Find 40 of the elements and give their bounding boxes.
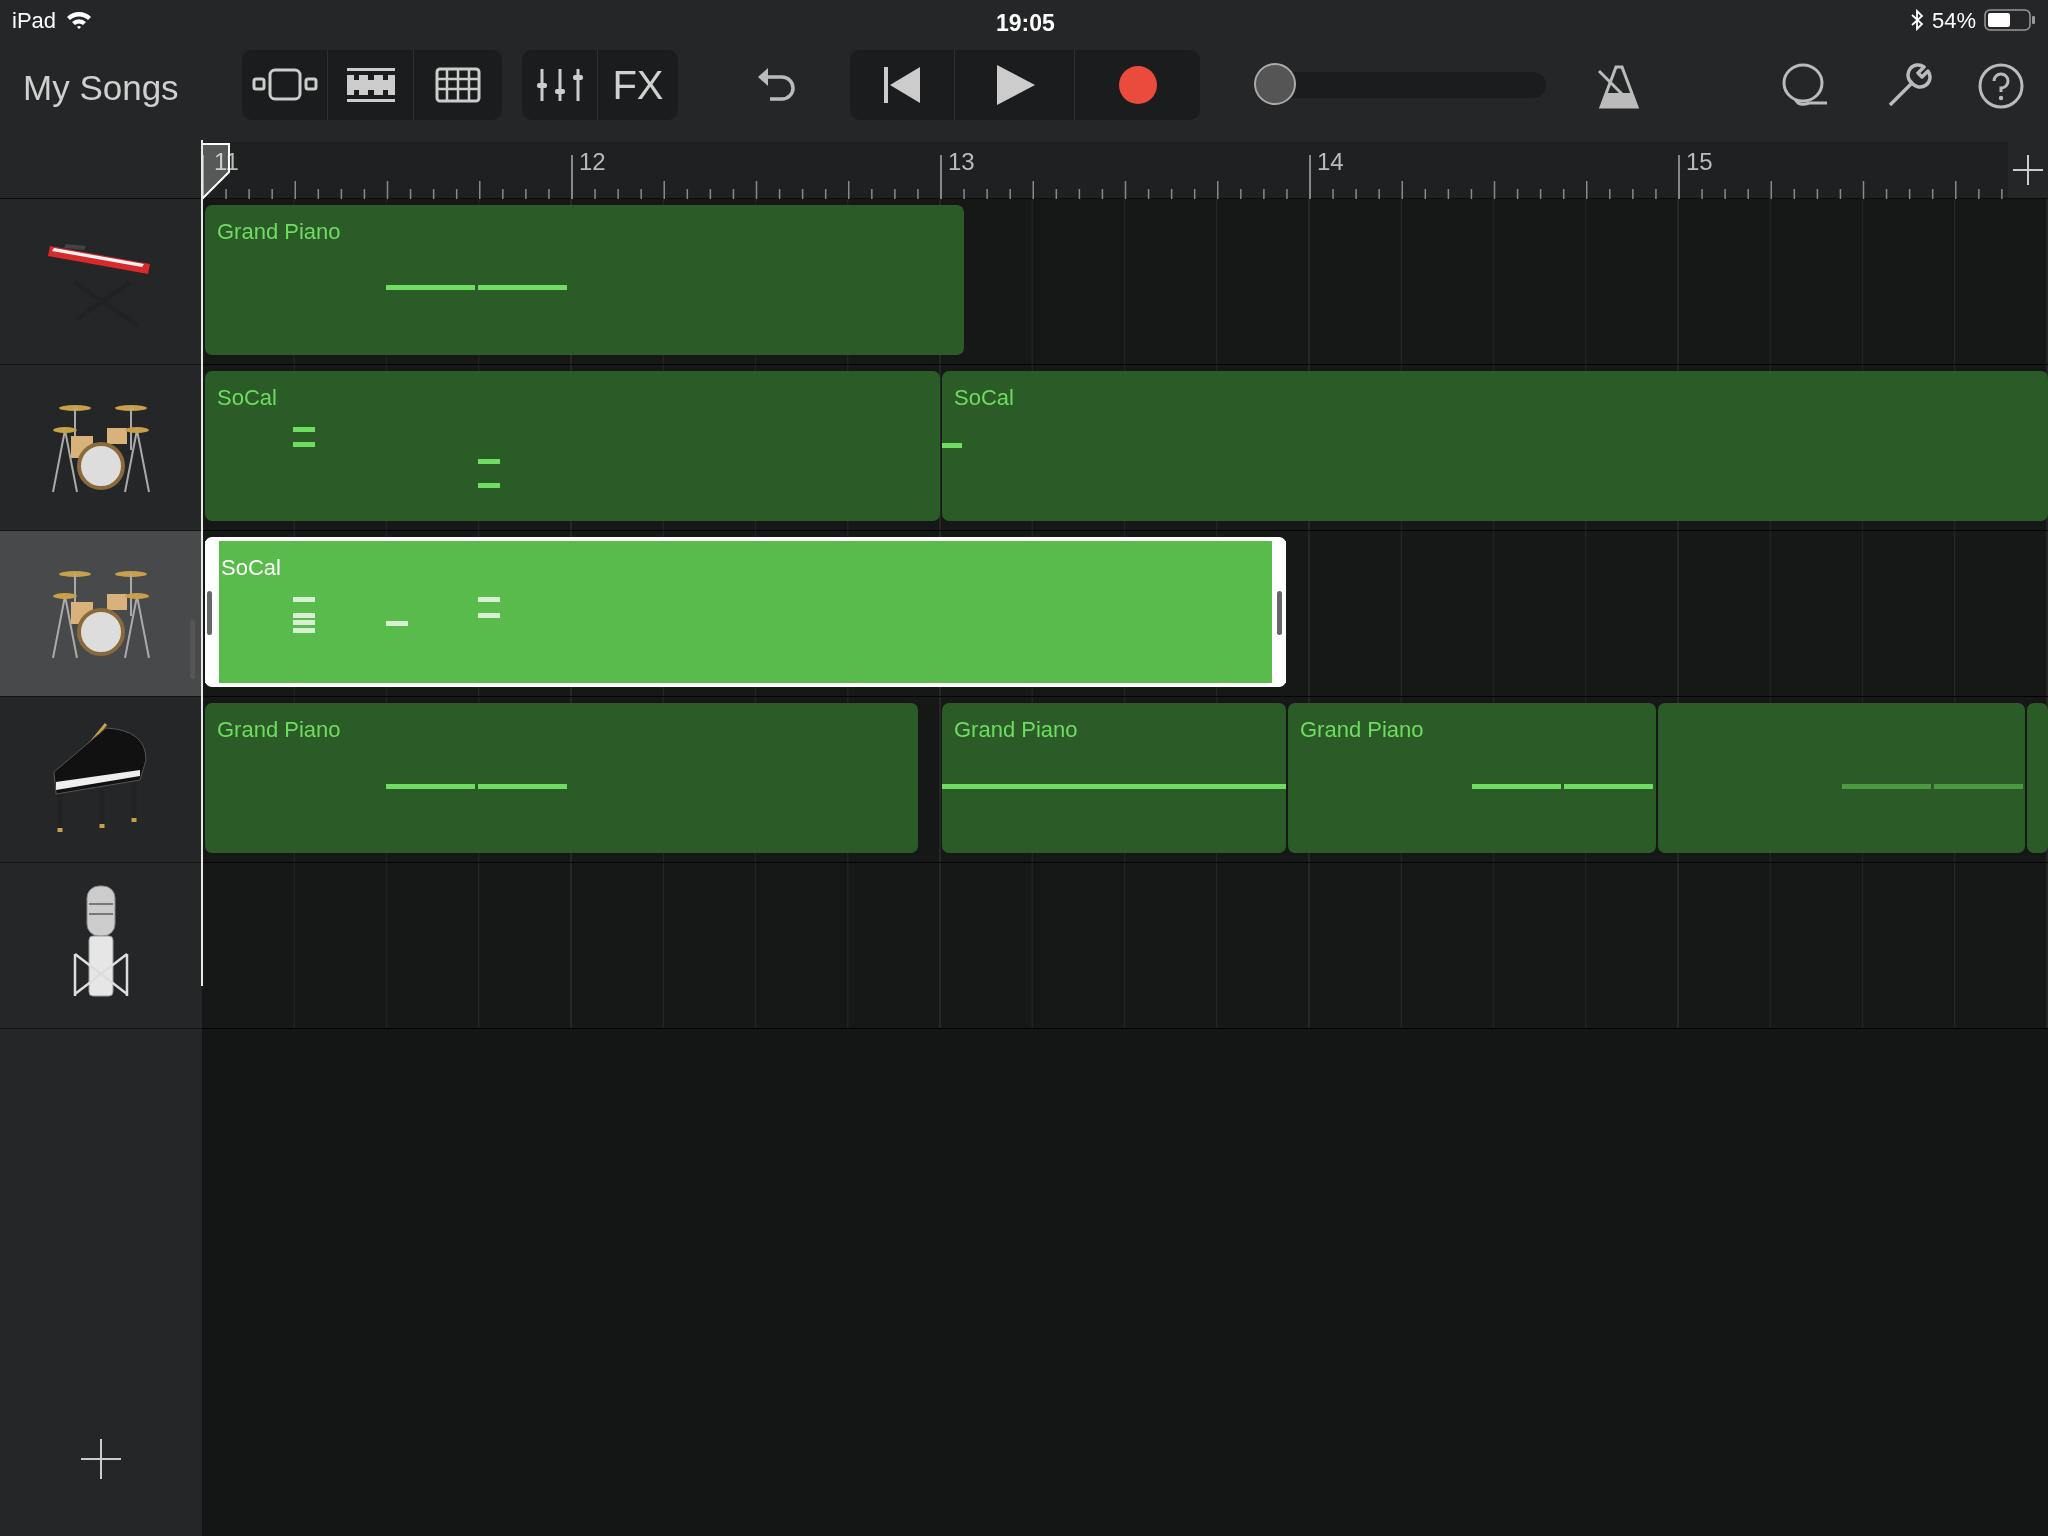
region[interactable]: SoCal [942,371,2048,521]
sliders-icon [535,67,584,103]
clock: 19:05 [996,9,1055,38]
metronome-icon [1597,63,1641,109]
film-strip-icon [345,67,396,103]
volume-slider[interactable] [1254,63,1546,107]
plus-icon [2013,155,2043,185]
region-name: Grand Piano [954,716,1078,744]
my-songs-button[interactable]: My Songs [23,62,179,115]
bluetooth-icon [1909,9,1924,31]
battery-icon [1984,9,2036,31]
region[interactable]: Grand Piano [1288,703,1656,853]
skip-back-icon [882,65,922,105]
wrench-icon [1886,63,1932,109]
region-name: SoCal [217,384,277,412]
tracks-view-icon [251,67,318,103]
play-icon [994,64,1035,106]
bar-number: 12 [579,147,606,177]
lasso-icon [1781,63,1829,109]
region-name: Grand Piano [217,218,341,246]
wifi-icon [66,10,93,30]
region[interactable]: SoCal [205,371,940,521]
plus-icon [80,1438,122,1480]
battery-percent: 54% [1931,6,1976,35]
midi-notes-drawing [942,443,962,448]
region-name: SoCal [221,554,281,582]
device-name: iPad [12,6,57,35]
region[interactable]: SoCal [205,537,1286,687]
grid-icon [435,67,481,103]
bar-number: 15 [1686,147,1713,177]
add-section-button[interactable] [2008,142,2048,198]
region[interactable]: Grand Piano [942,703,1286,853]
region-name: Grand Piano [1300,716,1424,744]
region[interactable]: Grand Piano [205,703,918,853]
bar-number: 13 [948,147,975,177]
region-name: Grand Piano [217,716,341,744]
bar-number: 14 [1317,147,1344,177]
region[interactable]: Grand Piano [205,205,964,355]
region-name: SoCal [954,384,1014,412]
help-icon [1978,63,2024,109]
